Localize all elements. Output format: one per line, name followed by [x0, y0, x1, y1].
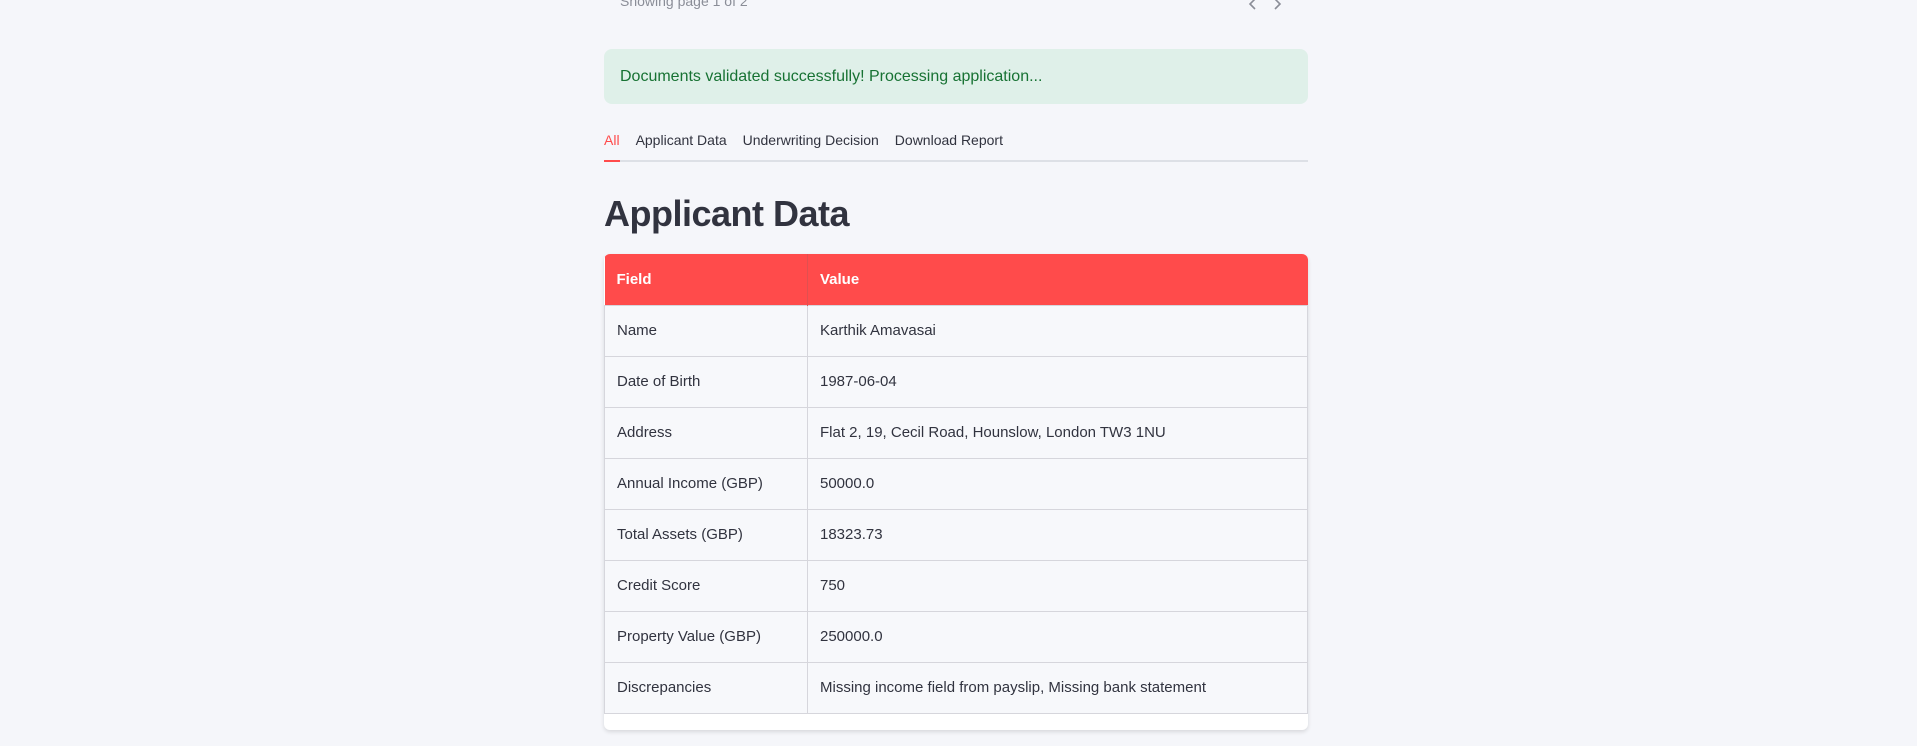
value-cell: 50000.0 — [807, 457, 1308, 510]
table-row: Property Value (GBP) 250000.0 — [604, 610, 1308, 663]
pagination-bar: Showing page 1 of 2 — [604, 0, 1308, 24]
value-cell: 1987-06-04 — [807, 355, 1308, 408]
table-row: Credit Score 750 — [604, 559, 1308, 612]
field-cell: Annual Income (GBP) — [604, 457, 808, 510]
chevron-right-icon[interactable] — [1268, 0, 1286, 13]
field-cell: Date of Birth — [604, 355, 808, 408]
table-row: Address Flat 2, 19, Cecil Road, Hounslow… — [604, 406, 1308, 459]
table-row: Annual Income (GBP) 50000.0 — [604, 457, 1308, 510]
column-header-value: Value — [807, 254, 1308, 305]
tab-underwriting-decision[interactable]: Underwriting Decision — [743, 128, 879, 160]
field-cell: Total Assets (GBP) — [604, 508, 808, 561]
value-cell: Flat 2, 19, Cecil Road, Hounslow, London… — [807, 406, 1308, 459]
field-cell: Property Value (GBP) — [604, 610, 808, 663]
field-cell: Name — [604, 304, 808, 357]
success-alert-message: Documents validated successfully! Proces… — [620, 67, 1043, 85]
field-cell: Address — [604, 406, 808, 459]
column-header-field: Field — [604, 254, 808, 305]
applicant-data-table: Field Value Name Karthik Amavasai Date o… — [604, 254, 1308, 730]
value-cell: Karthik Amavasai — [807, 304, 1308, 357]
tab-all[interactable]: All — [604, 128, 620, 162]
table-row: Name Karthik Amavasai — [604, 304, 1308, 357]
chevron-left-icon[interactable] — [1244, 0, 1262, 13]
value-cell: 250000.0 — [807, 610, 1308, 663]
field-cell: Discrepancies — [604, 661, 808, 714]
table-header-row: Field Value — [604, 254, 1308, 305]
table-row: Total Assets (GBP) 18323.73 — [604, 508, 1308, 561]
pagination-text: Showing page 1 of 2 — [620, 0, 748, 9]
main-content: Showing page 1 of 2 Documents validated … — [604, 0, 1308, 730]
page-title: Applicant Data — [604, 193, 850, 234]
table-row: Discrepancies Missing income field from … — [604, 661, 1308, 714]
value-cell: 18323.73 — [807, 508, 1308, 561]
success-alert: Documents validated successfully! Proces… — [604, 49, 1308, 104]
field-cell: Credit Score — [604, 559, 808, 612]
tab-download-report[interactable]: Download Report — [895, 128, 1003, 160]
tab-applicant-data[interactable]: Applicant Data — [636, 128, 727, 160]
table-row: Date of Birth 1987-06-04 — [604, 355, 1308, 408]
value-cell: 750 — [807, 559, 1308, 612]
value-cell: Missing income field from payslip, Missi… — [807, 661, 1308, 714]
tab-bar: All Applicant Data Underwriting Decision… — [604, 128, 1308, 162]
